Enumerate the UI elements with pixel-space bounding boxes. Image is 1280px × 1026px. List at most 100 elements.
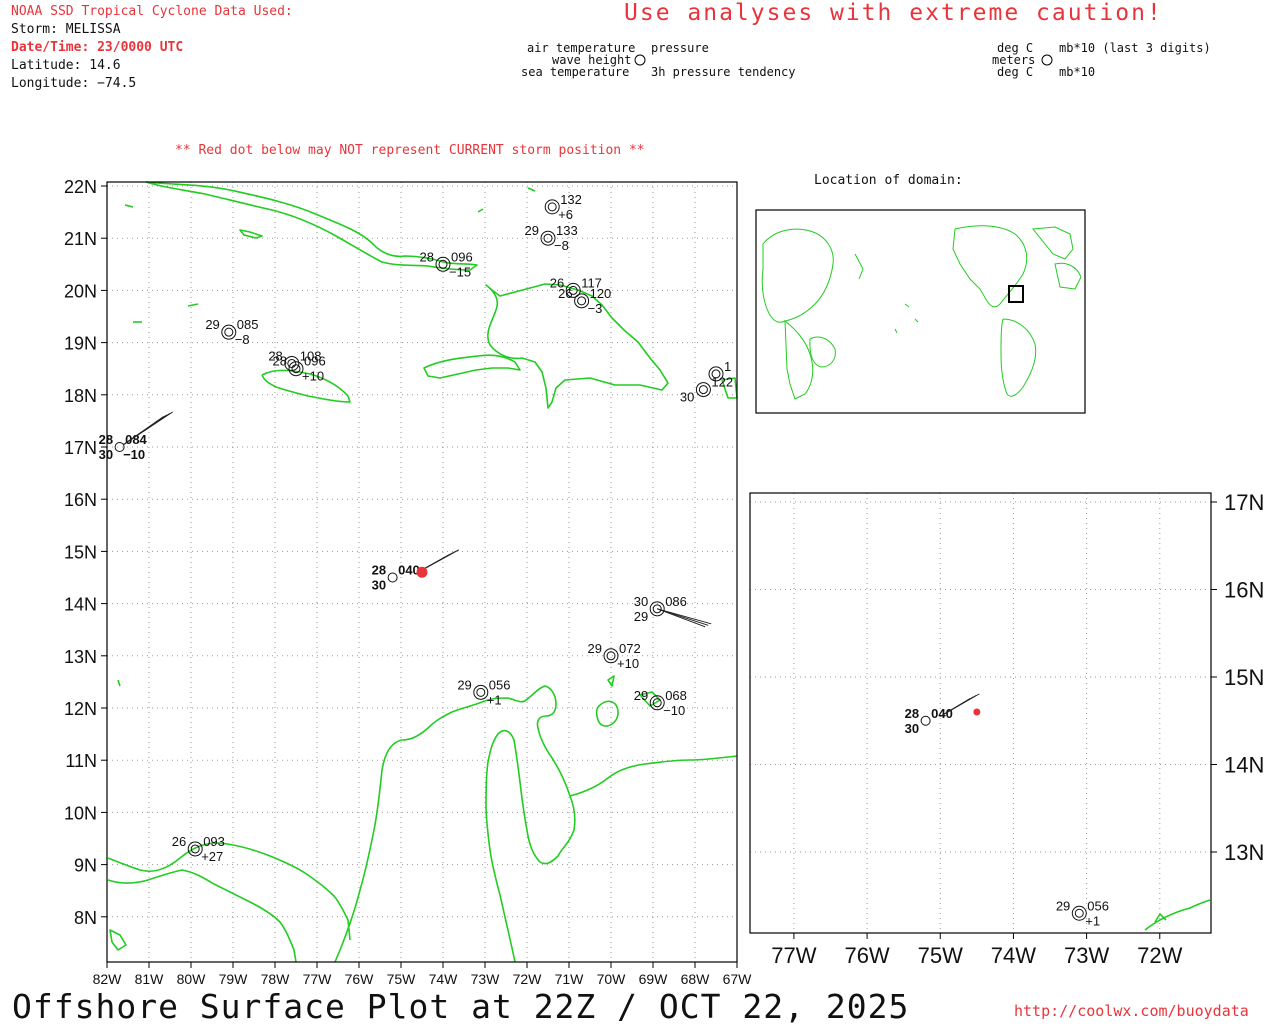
lat-tick-label: 15N [64, 542, 97, 562]
wave-ring-icon [1074, 908, 1084, 918]
wave-ring-icon [698, 385, 708, 395]
station-circle-icon [1071, 905, 1087, 921]
station-air-temp: 28 [372, 563, 386, 578]
station-sea-temp: 30 [99, 447, 113, 462]
lon-tick-label: 69W [639, 971, 669, 987]
station-circle-icon [695, 382, 711, 398]
station-air-temp: 29 [525, 223, 539, 238]
lat-tick-label: 13N [64, 647, 97, 667]
station-air-temp: 30 [634, 594, 648, 609]
lat-tick-label: 10N [64, 803, 97, 823]
lon-tick-label: 80W [177, 971, 207, 987]
lat-tick-label: 22N [64, 177, 97, 197]
zoom-lat-tick-label: 15N [1224, 665, 1264, 690]
lon-tick-label: 75W [387, 971, 417, 987]
station-pressure: 096 [304, 354, 326, 369]
cayman-islet [187, 303, 199, 307]
station-plot: 132+6 [544, 192, 582, 222]
station-plot: 28 040 30 [905, 706, 953, 736]
station-air-temp: 28 [905, 706, 919, 721]
station-pressure: 085 [237, 317, 259, 332]
station-air-temp: 29 [1056, 898, 1070, 913]
station-pressure: 040 [931, 706, 953, 721]
lat-tick-label: 19N [64, 334, 97, 354]
storm-zoom-map: 28 040 30 29 056+1 17N 16N 15N 14N 13N 77W 76W 75W 7… [749, 490, 1264, 968]
bahamas-islet-3 [527, 187, 536, 192]
station-pressure: 120 [590, 286, 612, 301]
station-air-temp: 26 [558, 286, 572, 301]
wind-barb-icon [657, 608, 712, 628]
inset-title: Location of domain: [814, 173, 963, 188]
zoom-venezuela-coast [1144, 899, 1211, 931]
lat-tick-label: 11N [65, 751, 97, 771]
station-circle-icon [574, 293, 590, 309]
station-circle-icon [920, 715, 931, 726]
bahamas-islet-2 [477, 208, 484, 213]
station-circle-icon [435, 256, 451, 272]
station-air-temp: 29 [205, 317, 219, 332]
station-tendency: +10 [302, 369, 324, 384]
station-sea-temp: 30 [680, 390, 694, 405]
station-pressure: 1 [724, 359, 731, 374]
station-pressure: 068 [665, 688, 687, 703]
station-sea-temp: 30 [905, 721, 919, 736]
lat-tick-label: 17N [64, 438, 97, 458]
station-air-temp: 28 [99, 432, 113, 447]
lon-tick-label: 82W [93, 971, 123, 987]
station-circle-icon [473, 684, 489, 700]
panama-south-coast [107, 869, 297, 963]
station-tendency: +1 [487, 692, 502, 707]
lat-tick-label: 14N [64, 595, 97, 615]
station-circle-icon [603, 648, 619, 664]
station-pressure: 072 [619, 641, 641, 656]
source-url: http://coolwx.com/buoydata [1014, 1002, 1249, 1020]
station-air-temp: 29 [457, 677, 471, 692]
station-pressure: 056 [489, 677, 511, 692]
lon-tick-label: 70W [597, 971, 627, 987]
zoom-map-coastlines [1144, 899, 1211, 931]
station-air-temp: 28 [420, 249, 434, 264]
station-air-temp: 26 [172, 834, 186, 849]
lon-tick-label: 68W [681, 971, 711, 987]
station-pressure: 056 [1087, 898, 1109, 913]
lon-tick-label: 81W [135, 971, 165, 987]
station-tendency: −10 [663, 703, 685, 718]
station-circle-icon [221, 324, 237, 340]
venezuela-coast [381, 685, 576, 963]
station-plot: 29 056+1 [457, 677, 510, 707]
main-map-stations: 132+629 133−828 096−1526 11726 120−329 085−82… [99, 192, 733, 864]
lon-tick-label: 74W [429, 971, 459, 987]
main-map-axis-labels: 22N21N20N19N18N17N16N15N14N13N12N11N10N9… [64, 177, 752, 987]
station-air-temp: 29 [588, 641, 602, 656]
zoom-paraguana-coast [1154, 912, 1167, 923]
zoom-map-gridlines [750, 493, 1211, 933]
lat-tick-label: 18N [64, 386, 97, 406]
station-tendency: +10 [617, 656, 639, 671]
station-pressure: 133 [556, 223, 578, 238]
station-tendency: +1 [1085, 913, 1100, 928]
station-circle-icon [387, 572, 398, 583]
zoom-map-axis-labels: 17N 16N 15N 14N 13N 77W 76W 75W 74W 73W 72W [771, 490, 1264, 968]
lon-tick-label: 73W [471, 971, 501, 987]
haiti-south-peninsula-coast [423, 354, 521, 379]
station-plot: 30 086 29 [634, 594, 687, 624]
zoom-lon-tick-label: 77W [771, 943, 816, 968]
station-tendency: +27 [201, 849, 223, 864]
station-plot: 26 093+27 [172, 834, 225, 864]
wave-ring-icon [547, 202, 557, 212]
station-pressure: 086 [665, 594, 687, 609]
station-pressure: 122 [711, 375, 733, 390]
plot-title: Offshore Surface Plot at 22Z / OCT 22, 2… [12, 987, 910, 1026]
legend-circle-icons [634, 54, 1053, 66]
station-circle-icon [544, 199, 560, 215]
station-sea-temp: 29 [634, 609, 648, 624]
station-tendency: −15 [449, 264, 471, 279]
lon-tick-label: 78W [261, 971, 291, 987]
station-tendency: +6 [558, 207, 573, 222]
zoom-lon-tick-label: 75W [918, 943, 963, 968]
zoom-map-stations: 28 040 30 29 056+1 [905, 693, 1109, 928]
paraguana-coast [595, 700, 619, 727]
costa-rica-peninsula-coast [109, 929, 127, 951]
station-pressure: 096 [451, 249, 473, 264]
zoom-lat-tick-label: 14N [1224, 753, 1264, 778]
